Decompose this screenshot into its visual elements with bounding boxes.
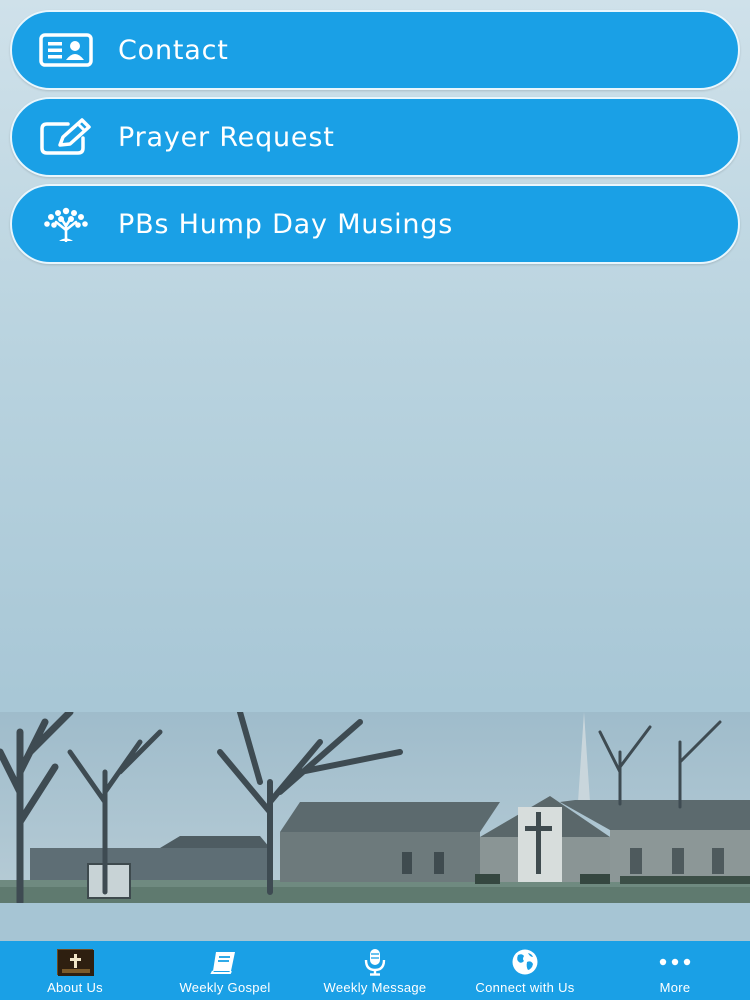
tab-weekly-gospel[interactable]: Weekly Gospel [150, 941, 300, 1000]
tab-more-label: More [659, 980, 691, 995]
tab-connect-with-us-label: Connect with Us [475, 980, 575, 995]
contact-button[interactable]: Contact [10, 10, 740, 90]
prayer-request-label: Prayer Request [118, 121, 335, 153]
globe-icon [507, 948, 543, 976]
menu-list: Contact Prayer Request PBs Hump Day Musi… [10, 10, 740, 271]
tree-icon [36, 204, 96, 244]
microphone-icon [357, 948, 393, 976]
tab-bar: About Us Weekly Gospel Weekly Message Co… [0, 941, 750, 1000]
tab-weekly-message-label: Weekly Message [323, 980, 427, 995]
hump-day-musings-button[interactable]: PBs Hump Day Musings [10, 184, 740, 264]
tab-more[interactable]: More [600, 941, 750, 1000]
tab-weekly-gospel-label: Weekly Gospel [179, 980, 271, 995]
contact-card-icon [36, 30, 96, 70]
prayer-request-button[interactable]: Prayer Request [10, 97, 740, 177]
church-photo [0, 712, 750, 903]
footer-spacer [0, 903, 750, 941]
church-thumbnail-icon [57, 948, 94, 976]
tab-about-us[interactable]: About Us [0, 941, 150, 1000]
edit-pencil-icon [36, 117, 96, 157]
more-dots-icon [657, 948, 693, 976]
tab-weekly-message[interactable]: Weekly Message [300, 941, 450, 1000]
hump-day-musings-label: PBs Hump Day Musings [118, 208, 454, 240]
contact-label: Contact [118, 34, 229, 66]
book-icon [207, 948, 243, 976]
tab-connect-with-us[interactable]: Connect with Us [450, 941, 600, 1000]
tab-about-us-label: About Us [47, 980, 103, 995]
